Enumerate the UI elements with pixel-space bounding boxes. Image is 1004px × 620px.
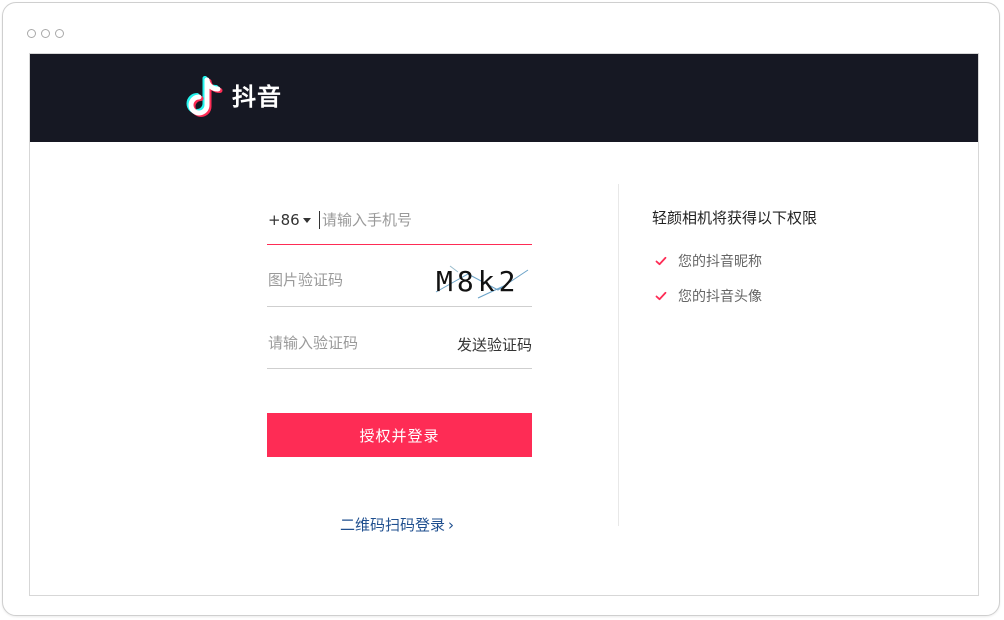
vertical-divider	[618, 184, 619, 526]
permission-label: 您的抖音头像	[678, 288, 762, 305]
captcha-image[interactable]: M8k2	[428, 262, 532, 300]
country-code-value: +86	[268, 211, 300, 229]
page-frame: 抖音 +86 请输入手机号 图片验证码 M8k2 请输入验证码 发送验证码 授权…	[29, 53, 979, 596]
qr-login-link[interactable]: 二维码扫码登录 ›	[340, 514, 454, 535]
country-code-select[interactable]: +86	[268, 211, 311, 229]
phone-field[interactable]: +86 请输入手机号	[267, 184, 532, 245]
authorize-login-button[interactable]: 授权并登录	[267, 413, 532, 457]
check-icon	[655, 291, 667, 300]
send-code-button[interactable]: 发送验证码	[457, 334, 532, 355]
permissions-title: 轻颜相机将获得以下权限	[652, 209, 818, 227]
tiktok-note-icon	[186, 74, 226, 120]
app-name: 抖音	[232, 83, 282, 111]
permission-item: 您的抖音头像	[652, 278, 817, 313]
captcha-input[interactable]: 图片验证码	[268, 271, 343, 289]
window-maximize-dot[interactable]	[55, 29, 64, 38]
permissions-panel: 轻颜相机将获得以下权限 您的抖音昵称 您的抖音头像	[652, 208, 817, 313]
window-controls	[27, 29, 64, 38]
captcha-field[interactable]: 图片验证码 M8k2	[267, 245, 532, 307]
top-header: 抖音	[30, 54, 978, 142]
captcha-text: M8k2	[436, 265, 519, 298]
qr-login-label: 二维码扫码登录	[340, 516, 446, 534]
chevron-right-icon: ›	[448, 515, 455, 534]
permission-item: 您的抖音昵称	[652, 243, 817, 278]
check-icon	[655, 256, 667, 265]
window-close-dot[interactable]	[27, 29, 36, 38]
phone-input[interactable]: 请输入手机号	[322, 211, 412, 229]
permissions-list: 您的抖音昵称 您的抖音头像	[652, 243, 817, 313]
logo[interactable]: 抖音	[186, 74, 282, 120]
permission-label: 您的抖音昵称	[678, 253, 762, 270]
browser-window: 抖音 +86 请输入手机号 图片验证码 M8k2 请输入验证码 发送验证码 授权…	[2, 2, 1000, 616]
caret-down-icon	[302, 217, 311, 223]
text-cursor	[319, 211, 320, 229]
sms-code-field[interactable]: 请输入验证码 发送验证码	[267, 307, 532, 369]
window-minimize-dot[interactable]	[41, 29, 50, 38]
sms-code-input[interactable]: 请输入验证码	[268, 334, 358, 352]
